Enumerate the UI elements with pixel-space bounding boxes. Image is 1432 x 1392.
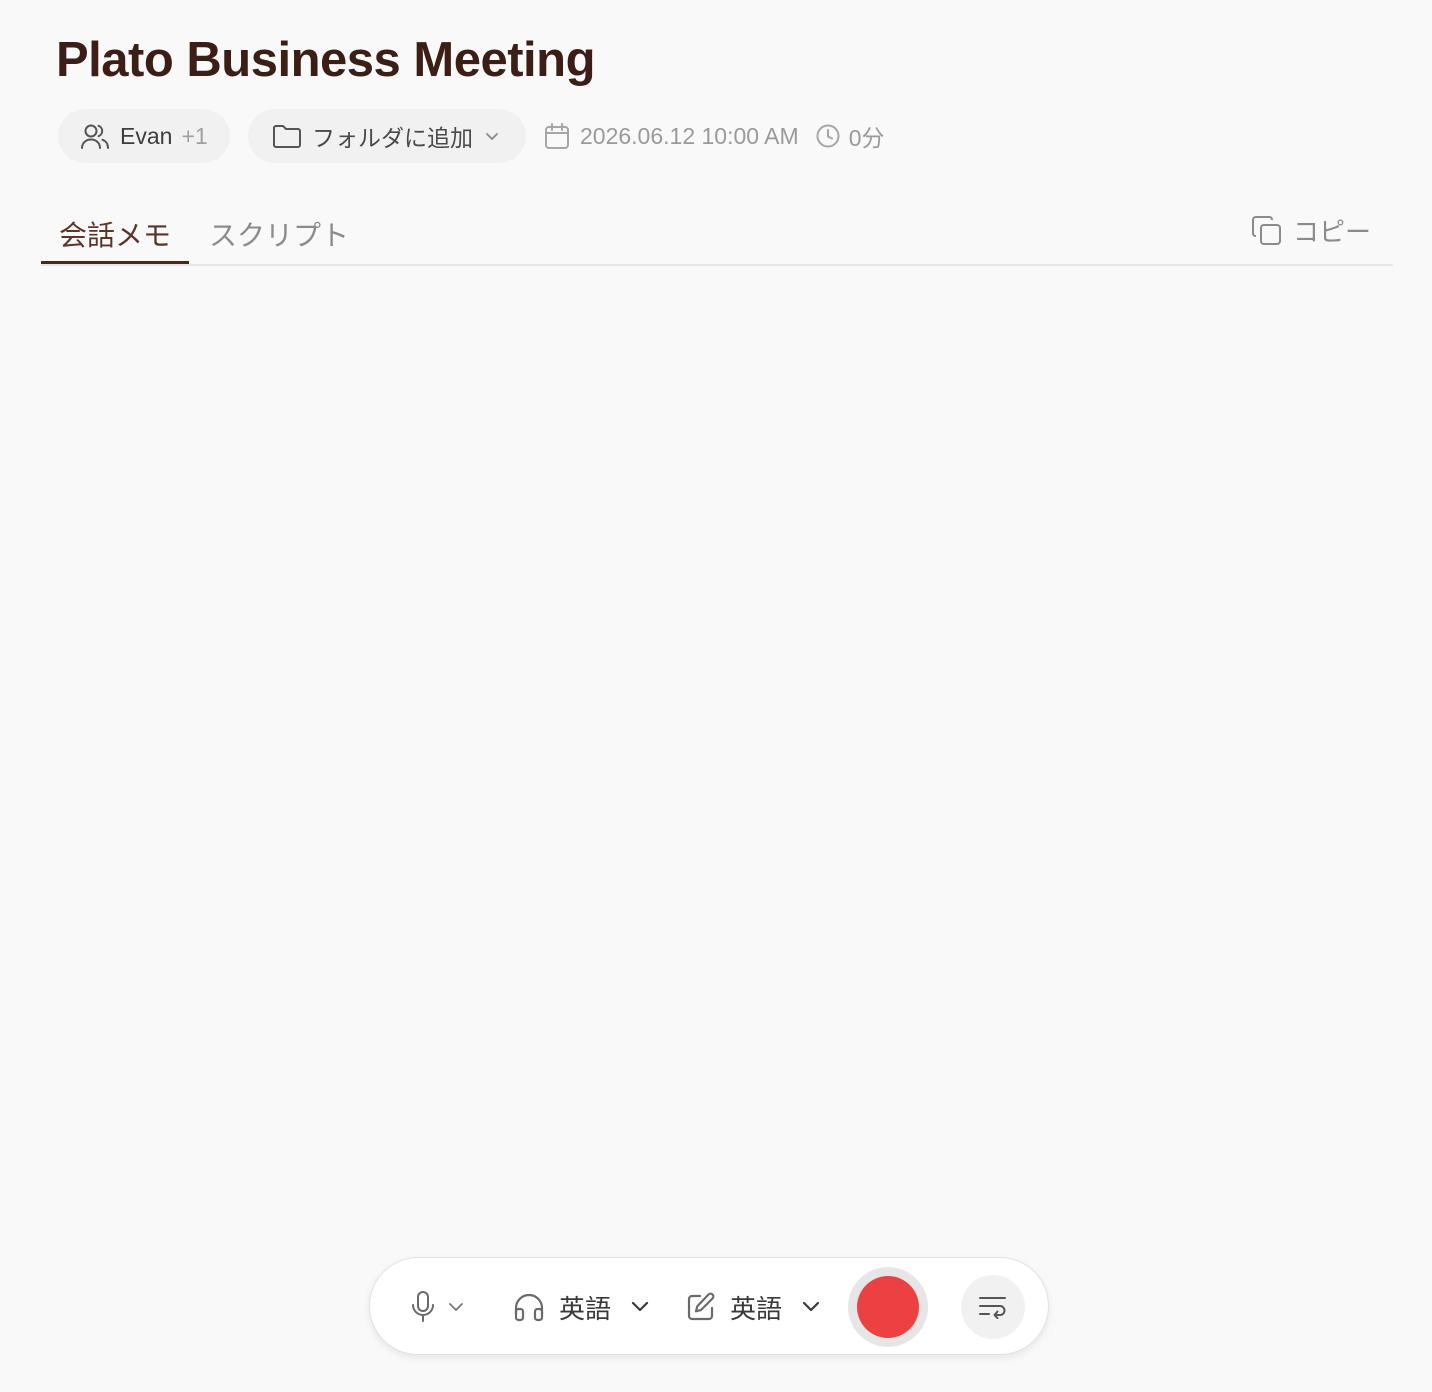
- text-wrap-icon: [979, 1297, 1006, 1319]
- meeting-meta: Evan +1 フォルダに追加 2026.06.12 10:00 AM 0分: [58, 108, 884, 164]
- participants-button[interactable]: Evan +1: [58, 109, 230, 163]
- copy-icon: [1251, 215, 1281, 245]
- listening-language-select[interactable]: 英語: [513, 1258, 649, 1356]
- participant-extra-count: +1: [181, 122, 208, 149]
- copy-button[interactable]: コピー: [1251, 212, 1371, 249]
- listening-language-label: 英語: [559, 1293, 612, 1324]
- tab-bar: 会話メモ スクリプト コピー: [41, 206, 1393, 266]
- edit-icon: [687, 1292, 715, 1321]
- meeting-date: 2026.06.12 10:00 AM: [544, 122, 799, 150]
- writing-language-label: 英語: [730, 1293, 783, 1324]
- recording-toolbar: 英語 英語: [369, 1257, 1049, 1355]
- microphone-select[interactable]: [410, 1258, 464, 1356]
- meeting-duration: 0分: [815, 119, 885, 153]
- meeting-datetime: 2026.06.12 10:00 AM: [580, 122, 799, 149]
- add-to-folder-label: フォルダに追加: [312, 125, 473, 151]
- meeting-duration-value: 0分: [848, 125, 885, 151]
- clock-icon: [816, 124, 840, 148]
- copy-label: コピー: [1292, 217, 1371, 247]
- folder-icon: [273, 125, 301, 148]
- participant-name: Evan: [120, 122, 173, 149]
- chevron-down-icon: [631, 1301, 649, 1312]
- writing-language-select[interactable]: 英語: [686, 1258, 820, 1356]
- headphones-icon: [514, 1293, 544, 1322]
- chevron-down-icon: [486, 133, 498, 140]
- calendar-icon: [545, 123, 569, 149]
- chevron-down-icon: [449, 1303, 463, 1311]
- chevron-down-icon: [802, 1301, 820, 1312]
- tab-script[interactable]: スクリプト: [209, 216, 349, 264]
- add-to-folder-button[interactable]: フォルダに追加: [248, 109, 526, 163]
- users-icon: [81, 124, 109, 149]
- page-title: Plato Business Meeting: [56, 33, 596, 87]
- tab-conversation-memo[interactable]: 会話メモ: [41, 216, 189, 264]
- record-button[interactable]: [848, 1267, 928, 1347]
- meeting-page: Plato Business Meeting Evan +1 フォルダに追加 2…: [0, 0, 1432, 1392]
- text-wrap-button[interactable]: [961, 1275, 1025, 1339]
- record-icon: [857, 1276, 919, 1338]
- microphone-icon: [412, 1291, 434, 1322]
